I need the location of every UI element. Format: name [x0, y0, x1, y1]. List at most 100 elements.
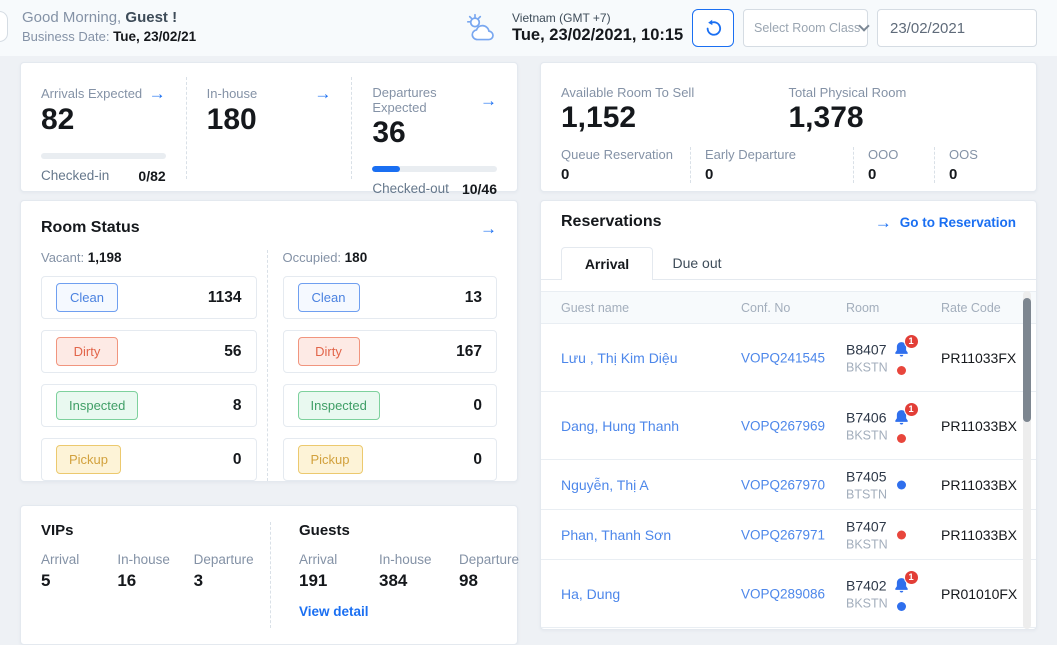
guests-departure-metric: Departure 98: [459, 552, 539, 591]
reservations-title: Reservations: [561, 213, 662, 231]
conf-no-link[interactable]: VOPQ241545: [741, 350, 825, 365]
occupied-count: 180: [345, 250, 368, 265]
cloud-sun-icon: [466, 12, 502, 44]
occupied-dirty-row[interactable]: Dirty 167: [283, 330, 498, 373]
arrow-right-icon[interactable]: →: [480, 220, 497, 237]
guest-name-link[interactable]: Phan, Thanh Sơn: [561, 527, 671, 543]
table-row[interactable]: Phan, Thanh Sơn VOPQ267971 B7407BKSTN PR110…: [541, 510, 1036, 560]
room-cell: B7405BTSTN: [846, 468, 887, 501]
status-dot-icon: [897, 530, 906, 539]
conf-no-link[interactable]: VOPQ289086: [741, 586, 825, 601]
arrow-right-icon[interactable]: →: [314, 85, 331, 102]
room-class: BKSTN: [846, 537, 888, 551]
dirty-badge[interactable]: Dirty: [56, 337, 118, 366]
checked-in-progress: [41, 153, 166, 159]
in-house-label: In-house: [207, 86, 258, 101]
top-header: Good Morning, Guest ! Business Date: Tue…: [0, 0, 1057, 56]
row-indicators: 1: [890, 409, 912, 443]
status-dot-icon: [897, 434, 906, 443]
table-body: Lưu , Thị Kim DiệuVOPQ241545B8407BKSTN1P…: [541, 324, 1036, 628]
pickup-badge[interactable]: Pickup: [56, 445, 121, 474]
header-controls: Vietnam (GMT +7) Tue, 23/02/2021, 10:15 …: [466, 9, 1037, 47]
bell-icon[interactable]: 1: [893, 409, 910, 426]
arrow-right-icon: →: [875, 214, 892, 231]
conf-no-link[interactable]: VOPQ267970: [741, 477, 825, 492]
pickup-badge[interactable]: Pickup: [298, 445, 363, 474]
inspected-badge[interactable]: Inspected: [56, 391, 138, 420]
table-row[interactable]: Ha, DungVOPQ289086B7402BKSTN1PR01010FX: [541, 560, 1036, 628]
greeting: Good Morning, Guest !: [22, 9, 196, 26]
scrollbar-thumb[interactable]: [1023, 298, 1031, 422]
refresh-button[interactable]: [692, 9, 734, 47]
rate-code: PR11033BX: [941, 527, 1017, 543]
vacant-dirty-count: 56: [224, 343, 241, 361]
early-departure-metric: Early Departure 0: [690, 147, 853, 183]
checked-out-progress: [372, 166, 497, 172]
vacant-pickup-count: 0: [233, 451, 242, 469]
occupied-dirty-count: 167: [456, 343, 482, 361]
rate-code: PR11033BX: [941, 418, 1017, 434]
vacant-column: Vacant: 1,198 Clean 1134 Dirty 56 Inspec…: [41, 250, 257, 481]
tab-due-out[interactable]: Due out: [653, 247, 741, 279]
room-cell: B7407BKSTN: [846, 518, 888, 551]
available-rooms-label: Available Room To Sell: [561, 85, 789, 100]
ooo-metric: OOO 0: [853, 147, 934, 183]
vacant-inspected-row[interactable]: Inspected 8: [41, 384, 257, 427]
room-number: B7405: [846, 468, 887, 484]
greeting-block: Good Morning, Guest ! Business Date: Tue…: [22, 9, 196, 44]
table-row[interactable]: Lưu , Thị Kim DiệuVOPQ241545B8407BKSTN1P…: [541, 324, 1036, 392]
vips-arrival-metric: Arrival 5: [41, 552, 117, 591]
arrow-right-icon[interactable]: →: [149, 85, 166, 102]
clean-badge[interactable]: Clean: [56, 283, 118, 312]
rotate-left-icon: [704, 19, 723, 38]
dirty-badge[interactable]: Dirty: [298, 337, 360, 366]
conf-no-link[interactable]: VOPQ267969: [741, 418, 825, 433]
clean-badge[interactable]: Clean: [298, 283, 360, 312]
reservations-card: Reservations → Go to Reservation Arrival…: [540, 200, 1037, 630]
queue-reservation-metric: Queue Reservation 0: [541, 147, 690, 183]
notification-badge: 1: [904, 570, 919, 585]
occupied-inspected-count: 0: [473, 397, 482, 415]
room-cell: B7402BKSTN: [846, 577, 888, 610]
guest-name-link[interactable]: Nguyễn, Thị A: [561, 477, 649, 493]
inspected-badge[interactable]: Inspected: [298, 391, 380, 420]
guests-inhouse-metric: In-house 384: [379, 552, 459, 591]
table-row[interactable]: Nguyễn, Thị AVOPQ267970B7405BTSTNPR11033…: [541, 460, 1036, 510]
go-to-reservation-link[interactable]: → Go to Reservation: [875, 214, 1016, 231]
guest-name-link[interactable]: Ha, Dung: [561, 586, 620, 602]
guest-name-link[interactable]: Lưu , Thị Kim Diệu: [561, 350, 678, 366]
room-number: B7402: [846, 577, 888, 593]
bell-icon[interactable]: 1: [893, 341, 910, 358]
vips-inhouse-metric: In-house 16: [117, 552, 193, 591]
oos-metric: OOS 0: [934, 147, 1036, 183]
total-rooms-label: Total Physical Room: [789, 85, 1017, 100]
occupancy-card: Arrivals Expected → 82 Checked-in 0/82 I…: [20, 62, 518, 192]
vacant-pickup-row[interactable]: Pickup 0: [41, 438, 257, 481]
date-input[interactable]: [877, 9, 1037, 47]
departures-expected-value: 36: [372, 116, 497, 150]
guests-arrival-metric: Arrival 191: [299, 552, 379, 591]
occupied-pickup-count: 0: [473, 451, 482, 469]
occupied-pickup-row[interactable]: Pickup 0: [283, 438, 498, 481]
guest-name-link[interactable]: Dang, Hung Thanh: [561, 418, 679, 434]
vacant-clean-row[interactable]: Clean 1134: [41, 276, 257, 319]
arrow-right-icon[interactable]: →: [480, 92, 497, 109]
vacant-dirty-row[interactable]: Dirty 56: [41, 330, 257, 373]
view-detail-link[interactable]: View detail: [299, 604, 369, 619]
tab-arrival[interactable]: Arrival: [561, 247, 653, 280]
vacant-inspected-count: 8: [233, 397, 242, 415]
bell-icon[interactable]: 1: [893, 577, 910, 594]
guests-section: Guests Arrival 191 In-house 384 Departur…: [270, 522, 539, 628]
occupied-clean-row[interactable]: Clean 13: [283, 276, 498, 319]
timezone-block: Vietnam (GMT +7) Tue, 23/02/2021, 10:15: [512, 11, 684, 45]
conf-no-link[interactable]: VOPQ267971: [741, 527, 825, 542]
table-row[interactable]: Dang, Hung ThanhVOPQ267969B7406BKSTN1PR1…: [541, 392, 1036, 460]
row-indicators: 1: [890, 341, 912, 375]
sidebar-toggle[interactable]: [0, 11, 8, 42]
occupied-inspected-row[interactable]: Inspected 0: [283, 384, 498, 427]
row-indicators: [890, 480, 912, 489]
room-class-select[interactable]: Select Room Class: [743, 9, 868, 47]
rooms-summary-card: Available Room To Sell 1,152 Total Physi…: [540, 62, 1037, 192]
col-rate-code: Rate Code: [941, 301, 1001, 315]
departures-expected-label: Departures Expected: [372, 85, 480, 115]
